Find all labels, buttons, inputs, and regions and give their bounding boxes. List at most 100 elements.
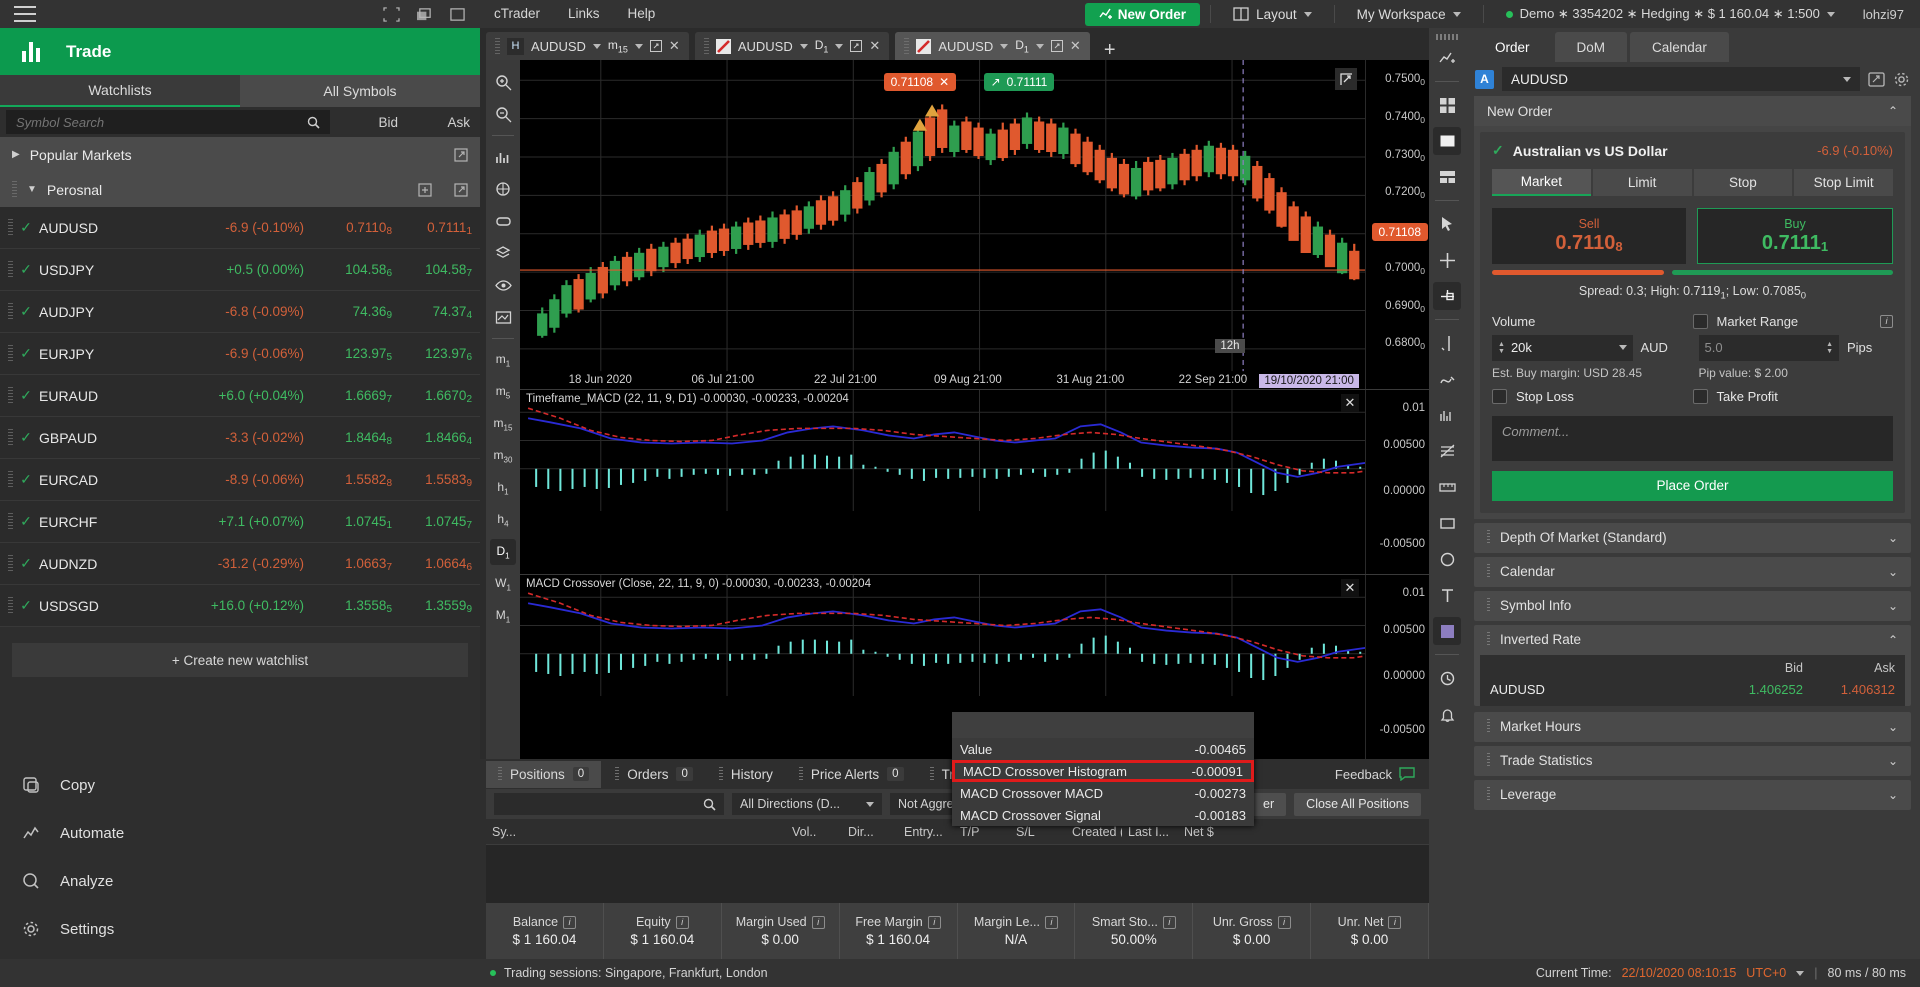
stepper-arrows-icon[interactable]: ▲ ▼ <box>1498 341 1505 355</box>
chart-tab-timeframe[interactable]: D1 <box>815 38 829 54</box>
menu-ctrader[interactable]: cTrader <box>480 0 554 28</box>
order-type-limit[interactable]: Limit <box>1592 169 1692 196</box>
section-header[interactable]: Leverage ⌄ <box>1474 780 1911 810</box>
drag-handle[interactable] <box>1487 564 1490 579</box>
volume-stepper[interactable]: ▲ ▼ 20k <box>1492 334 1633 361</box>
market-range-stepper[interactable]: 5.0 ▲ ▼ <box>1698 334 1839 361</box>
buy-button[interactable]: Buy 0.71111 <box>1697 208 1893 264</box>
new-order-header[interactable]: New Order ⌃ <box>1474 96 1911 126</box>
stepper-arrows-icon[interactable]: ▲ ▼ <box>1826 341 1833 355</box>
timeframe-m1[interactable]: m1 <box>490 347 516 373</box>
column-header[interactable]: Net $ <box>1178 825 1429 839</box>
drag-handle[interactable] <box>615 767 620 781</box>
filter-directions[interactable]: All Directions (D... <box>732 793 882 815</box>
drag-handle[interactable] <box>8 219 13 236</box>
drag-handle[interactable] <box>1487 530 1490 545</box>
close-icon[interactable]: ✕ <box>939 75 949 89</box>
check-icon[interactable]: ✓ <box>13 345 39 362</box>
text-icon[interactable] <box>1433 581 1461 609</box>
drag-handle[interactable] <box>8 261 13 278</box>
comment-field[interactable]: Comment... <box>1492 415 1893 461</box>
take-profit-checkbox[interactable] <box>1692 388 1708 404</box>
snapshot-icon[interactable] <box>490 304 516 330</box>
sidebar-item-automate[interactable]: Automate <box>0 809 480 857</box>
drag-handle[interactable] <box>798 767 803 781</box>
bottom-tab-positions[interactable]: Positions 0 <box>486 760 602 788</box>
drag-handle[interactable] <box>904 37 910 55</box>
detach-icon[interactable] <box>1868 71 1885 87</box>
timeframe-w1[interactable]: W1 <box>490 571 516 597</box>
symbol-row[interactable]: ✓ EURCHF +7.1 (+0.07%) 1.07451 1.07457 <box>0 501 480 543</box>
drag-handle[interactable] <box>498 767 502 781</box>
sell-price-tag[interactable]: 0.71108 ✕ <box>883 73 957 92</box>
group-perosnal[interactable]: ▼ Perosnal <box>0 172 480 207</box>
fibonacci-icon[interactable] <box>490 176 516 202</box>
close-all-positions-button[interactable]: Close All Positions <box>1294 792 1421 816</box>
drag-handle[interactable] <box>1487 598 1490 613</box>
info-icon[interactable]: i <box>1277 915 1291 929</box>
username-label[interactable]: lohzi97 <box>1847 7 1920 22</box>
section-header[interactable]: Market Hours ⌄ <box>1474 712 1911 742</box>
section-header[interactable]: Depth Of Market (Standard) ⌄ <box>1474 523 1911 553</box>
symbol-row[interactable]: ✓ USDJPY +0.5 (0.00%) 104.586 104.587 <box>0 249 480 291</box>
drag-handle[interactable] <box>8 555 13 572</box>
menu-links[interactable]: Links <box>554 0 614 28</box>
close-icon[interactable]: ✕ <box>1341 578 1359 597</box>
macd-pane-1[interactable]: Timeframe_MACD (22, 11, 9, D1) -0.00030,… <box>520 388 1429 574</box>
open-external-icon[interactable] <box>454 147 468 162</box>
search-icon[interactable] <box>307 116 320 129</box>
search-input[interactable] <box>16 114 206 130</box>
alert-bell-icon[interactable] <box>1433 700 1461 728</box>
info-icon[interactable]: i <box>675 915 689 929</box>
order-type-stop-limit[interactable]: Stop Limit <box>1794 169 1893 196</box>
timeframe-mn1[interactable]: M1 <box>490 603 516 629</box>
macd-canvas-1[interactable] <box>520 389 1429 511</box>
right-tab-calendar[interactable]: Calendar <box>1630 32 1729 62</box>
hamburger-menu-icon[interactable] <box>14 6 36 22</box>
buy-price-tag[interactable]: ↗ 0.71111 <box>983 73 1055 92</box>
price-chart-canvas[interactable] <box>520 60 1429 394</box>
drag-handle[interactable] <box>495 37 500 55</box>
section-header[interactable]: Inverted Rate ⌃ <box>1474 625 1911 655</box>
symbol-row[interactable]: ✓ EURCAD -8.9 (-0.06%) 1.55828 1.55839 <box>0 459 480 501</box>
minimize-icon[interactable] <box>449 7 466 22</box>
drag-handle[interactable] <box>718 767 723 781</box>
group-popular-markets[interactable]: ▶ Popular Markets <box>0 137 480 172</box>
crosshair-icon[interactable] <box>1433 246 1461 274</box>
chart-tab-timeframe[interactable]: D1 <box>1015 38 1029 54</box>
grid-layout-icon[interactable] <box>1433 91 1461 119</box>
sidebar-item-analyze[interactable]: Analyze <box>0 857 480 905</box>
close-icon[interactable]: ✕ <box>869 38 880 54</box>
column-header[interactable]: Dir... <box>842 825 898 839</box>
workspace-menu[interactable]: My Workspace <box>1345 7 1473 22</box>
column-header[interactable]: Created (... <box>1066 825 1122 839</box>
gear-icon[interactable] <box>1893 71 1910 88</box>
symbol-row[interactable]: ✓ AUDUSD -6.9 (-0.10%) 0.71108 0.71111 <box>0 207 480 249</box>
indicators-icon[interactable] <box>490 144 516 170</box>
symbol-row[interactable]: ✓ USDSGD +16.0 (+0.12%) 1.35585 1.35599 <box>0 585 480 627</box>
timeframe-m30[interactable]: m30 <box>490 443 516 469</box>
zoom-out-icon[interactable] <box>490 101 516 127</box>
info-icon[interactable]: i <box>1880 314 1893 328</box>
bottom-tab-history[interactable]: History <box>706 760 785 788</box>
chevron-down-icon[interactable] <box>1035 43 1044 49</box>
chevron-down-icon[interactable] <box>799 43 808 49</box>
chart-tab-2[interactable]: AUDUSD D1 ✕ <box>895 32 1090 60</box>
stop-loss-checkbox[interactable] <box>1492 388 1507 404</box>
price-chart-pane[interactable]: 0.75000 0.74000 0.73000 0.72000 0.71000 … <box>520 60 1429 394</box>
symbol-row[interactable]: ✓ GBPAUD -3.3 (-0.02%) 1.84648 1.84664 <box>0 417 480 459</box>
order-type-market[interactable]: Market <box>1492 169 1591 196</box>
bottom-tab-orders[interactable]: Orders 0 <box>603 760 705 788</box>
check-icon[interactable]: ✓ <box>13 387 39 404</box>
info-icon[interactable]: i <box>811 915 825 929</box>
cursor-icon[interactable] <box>1433 210 1461 238</box>
windows-icon[interactable] <box>416 7 433 22</box>
detach-icon[interactable] <box>850 40 863 52</box>
macd-axis-1[interactable]: 0.01 0.00500 0.00000 -0.00500 <box>1365 389 1429 574</box>
chevron-down-icon[interactable] <box>634 43 643 49</box>
close-icon[interactable]: ✕ <box>669 38 680 54</box>
section-header[interactable]: Symbol Info ⌄ <box>1474 591 1911 621</box>
right-tab-dom[interactable]: DoM <box>1554 32 1628 62</box>
info-icon[interactable]: i <box>563 915 577 929</box>
symbol-search-box[interactable] <box>6 110 330 134</box>
